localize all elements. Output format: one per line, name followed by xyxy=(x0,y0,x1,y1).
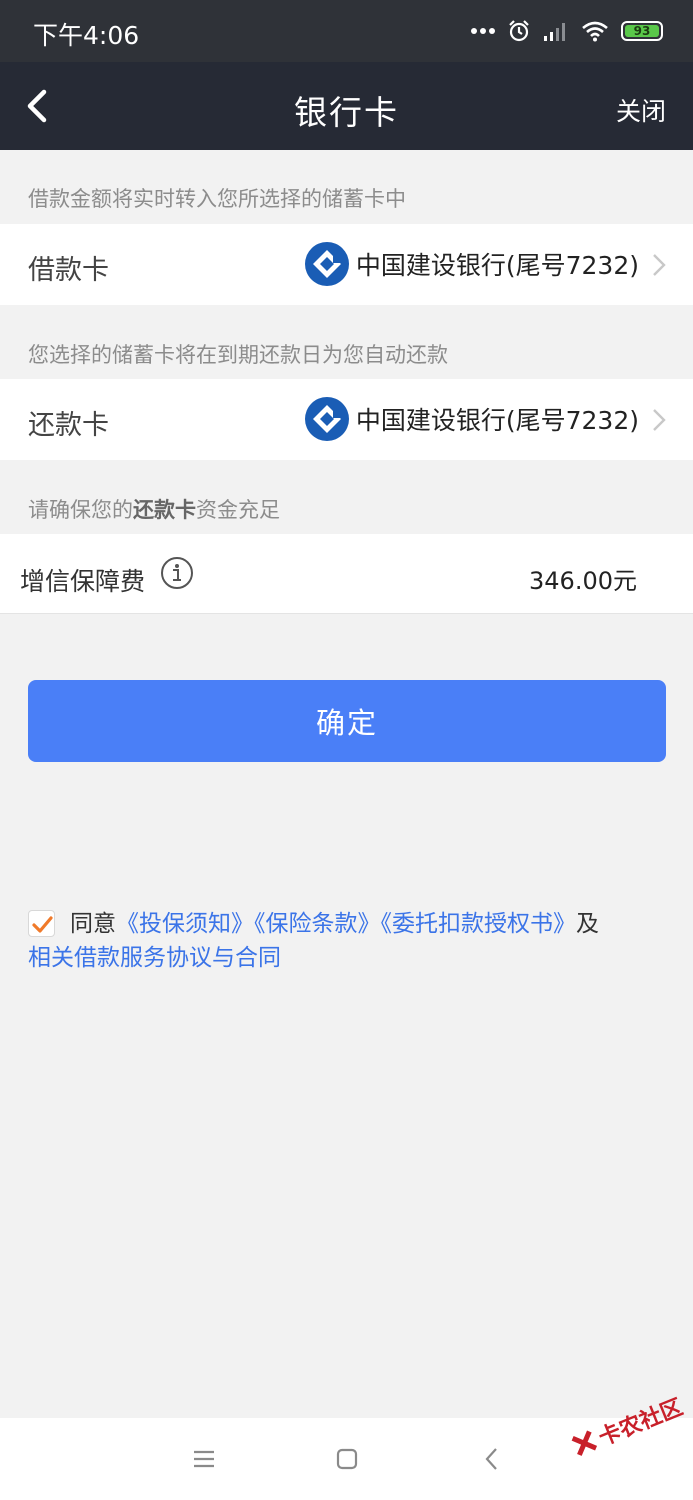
ccb-logo-icon xyxy=(304,242,349,286)
ensure-funds-hint: 请确保您的还款卡资金充足 xyxy=(28,494,280,524)
ccb-logo-icon xyxy=(304,397,349,441)
battery-icon: 93 xyxy=(621,21,663,41)
link-loan-agreements[interactable]: 相关借款服务协议与合同 xyxy=(28,945,281,971)
loan-card-hint: 借款金额将实时转入您所选择的储蓄卡中 xyxy=(28,187,406,211)
chevron-right-icon xyxy=(653,254,666,276)
agreement-line-2: 相关借款服务协议与合同 xyxy=(28,942,281,974)
status-time: 下午4:06 xyxy=(33,21,140,50)
wifi-icon xyxy=(582,21,608,42)
more-dots-icon xyxy=(471,28,495,34)
status-icons: 93 xyxy=(471,16,663,46)
repay-card-label: 还款卡 xyxy=(28,410,109,441)
repay-card-bank-name: 中国建设银行(尾号7232) xyxy=(355,406,639,435)
loan-card-bank: 中国建设银行(尾号7232) xyxy=(304,241,639,287)
link-insurance-notice[interactable]: 《投保须知》 xyxy=(116,911,254,937)
agreement-line-1: 同意《投保须知》《保险条款》《委托扣款授权书》及 xyxy=(70,908,599,940)
fee-amount: 346.00元 xyxy=(529,567,637,595)
repay-card-bank: 中国建设银行(尾号7232) xyxy=(304,396,639,442)
ensure-hint-prefix: 请确保您的 xyxy=(28,498,133,522)
ensure-hint-suffix: 资金充足 xyxy=(196,498,280,522)
back-icon[interactable] xyxy=(477,1444,507,1474)
close-button[interactable]: 关闭 xyxy=(616,92,666,128)
agree-checkbox[interactable] xyxy=(28,910,55,937)
signal-icon xyxy=(544,23,565,41)
repay-card-row[interactable]: 还款卡 中国建设银行(尾号7232) xyxy=(0,379,693,460)
chevron-right-icon xyxy=(653,409,666,431)
home-icon[interactable] xyxy=(332,1444,362,1474)
check-icon xyxy=(32,916,53,933)
status-bar: 下午4:06 93 xyxy=(0,0,693,62)
loan-card-row[interactable]: 借款卡 中国建设银行(尾号7232) xyxy=(0,224,693,305)
link-debit-authorization[interactable]: 《委托扣款授权书》 xyxy=(381,911,577,937)
info-icon[interactable] xyxy=(160,556,194,590)
page-title: 银行卡 xyxy=(294,93,399,132)
nav-bar: 银行卡 关闭 xyxy=(0,62,693,150)
fee-row: 增信保障费 346.00元 xyxy=(0,534,693,614)
link-insurance-terms[interactable]: 《保险条款》 xyxy=(254,911,381,937)
confirm-button[interactable]: 确定 xyxy=(28,680,666,762)
ensure-hint-bold: 还款卡 xyxy=(133,498,196,522)
agree-suffix: 及 xyxy=(576,911,599,937)
repay-card-hint: 您选择的储蓄卡将在到期还款日为您自动还款 xyxy=(28,343,448,367)
agree-prefix: 同意 xyxy=(70,911,116,937)
alarm-icon xyxy=(509,20,529,42)
loan-card-bank-name: 中国建设银行(尾号7232) xyxy=(355,251,639,280)
menu-icon[interactable] xyxy=(189,1444,219,1474)
fee-label: 增信保障费 xyxy=(20,567,146,596)
battery-level: 93 xyxy=(633,24,651,38)
loan-card-label: 借款卡 xyxy=(28,255,109,286)
